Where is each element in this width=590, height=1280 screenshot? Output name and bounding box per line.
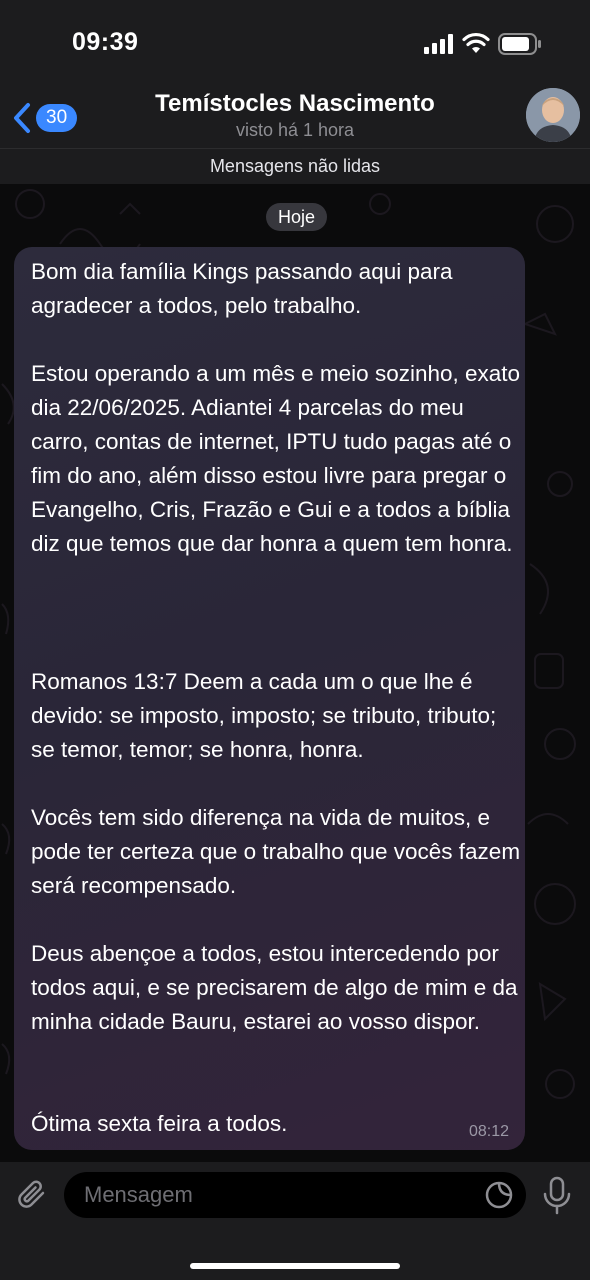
message-paragraph: Bom dia família Kings passando aqui para… xyxy=(31,259,453,318)
cellular-signal-icon xyxy=(424,34,453,54)
message-paragraph: Deus abençoe a todos, estou intercedendo… xyxy=(31,941,518,1034)
message-paragraph: Vocês tem sido diferença na vida de muit… xyxy=(31,805,521,898)
chat-header: 30 Temístocles Nascimento visto há 1 hor… xyxy=(0,88,590,150)
date-separator: Hoje xyxy=(266,203,328,231)
message-input-placeholder: Mensagem xyxy=(84,1182,193,1207)
contact-name[interactable]: Temístocles Nascimento xyxy=(0,90,590,118)
wifi-icon xyxy=(462,32,490,53)
message-input[interactable]: Mensagem xyxy=(64,1172,526,1218)
home-indicator xyxy=(190,1263,400,1269)
contact-last-seen: visto há 1 hora xyxy=(235,120,355,140)
message-timestamp: 08:12 xyxy=(468,1123,509,1140)
battery-icon xyxy=(498,33,541,55)
status-bar: 09:39 xyxy=(0,0,590,90)
message-paragraph: Romanos 13:7 Deem a cada um o que lhe é … xyxy=(31,669,497,762)
message-paragraph: Ótima sexta feira a todos. xyxy=(31,1111,288,1136)
message-paragraph: Estou operando a um mês e meio sozinho, … xyxy=(31,361,521,556)
message-bubble[interactable]: Bom dia família Kings passando aqui para… xyxy=(14,247,525,1150)
unread-messages-banner: Mensagens não lidas xyxy=(0,148,590,185)
sticker-icon[interactable] xyxy=(484,1180,514,1210)
microphone-icon[interactable] xyxy=(542,1176,572,1216)
chat-area[interactable]: Hoje Bom dia família Kings passando aqui… xyxy=(0,184,590,1162)
message-composer: Mensagem xyxy=(0,1162,590,1280)
avatar-photo xyxy=(526,88,580,142)
status-time: 09:39 xyxy=(72,28,139,56)
avatar[interactable] xyxy=(526,88,580,142)
paperclip-icon[interactable] xyxy=(16,1178,50,1212)
